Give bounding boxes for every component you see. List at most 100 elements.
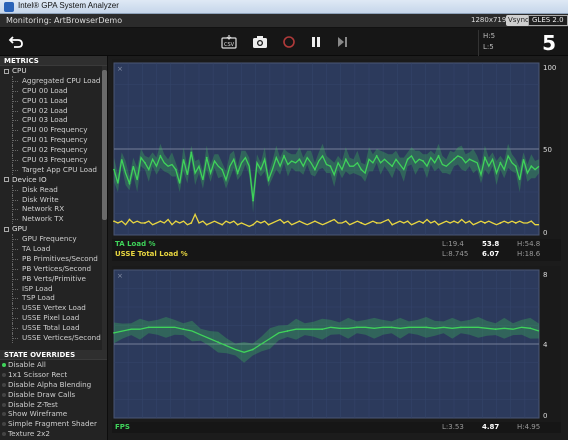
override-item[interactable]: Disable Z-Test xyxy=(0,400,107,410)
override-item[interactable]: Disable Alpha Blending xyxy=(0,380,107,390)
status-dot-icon xyxy=(2,382,6,387)
data-point xyxy=(494,328,497,331)
metric-group-cpu[interactable]: CPU xyxy=(0,66,107,76)
data-point xyxy=(360,222,363,224)
data-point xyxy=(190,222,193,224)
metric-group-device-io[interactable]: Device IO xyxy=(0,175,107,185)
metric-item[interactable]: GPU Frequency xyxy=(0,234,107,245)
metrics-header: METRICS xyxy=(0,56,107,66)
data-point xyxy=(128,182,131,185)
data-point xyxy=(314,168,316,171)
metric-item[interactable]: CPU 01 Load xyxy=(0,95,107,106)
override-label: Disable All xyxy=(8,360,46,369)
override-item[interactable]: Disable Draw Calls xyxy=(0,390,107,400)
metric-item[interactable]: USSE Vertex Load xyxy=(0,303,107,314)
data-point xyxy=(159,154,162,157)
data-point xyxy=(355,326,358,329)
metric-item[interactable]: CPU 02 Load xyxy=(0,105,107,116)
metric-item[interactable]: CPU 03 Frequency xyxy=(0,155,107,165)
fps-readout: H:5 L:5 5 xyxy=(478,30,562,56)
csv-export-icon[interactable]: CSV xyxy=(221,34,237,50)
fps-chart[interactable]: 0 4 8 × xyxy=(112,266,561,422)
override-label: Disable Draw Calls xyxy=(8,389,76,399)
data-point xyxy=(530,165,533,168)
data-point xyxy=(484,156,486,159)
metric-item[interactable]: CPU 03 Load xyxy=(0,115,107,126)
step-icon[interactable] xyxy=(334,34,350,50)
legend-series-name: TA Load % xyxy=(115,240,156,248)
data-point xyxy=(453,220,455,223)
metric-group-gpu[interactable]: GPU xyxy=(0,224,107,234)
metric-item[interactable]: PB Primitives/Second xyxy=(0,253,107,264)
legend-row[interactable]: FPS L:3.53 4.87 H:4.95 xyxy=(112,422,561,432)
collapse-toggle-icon[interactable] xyxy=(4,68,9,74)
data-point xyxy=(422,160,424,162)
override-label: Disable Z-Test xyxy=(8,399,58,409)
status-dot-icon xyxy=(2,372,6,377)
metric-item[interactable]: PB Vertices/Second xyxy=(0,263,107,274)
data-point xyxy=(360,168,363,171)
metric-item[interactable]: Target App CPU Load xyxy=(0,164,107,175)
chart-close-icon: × xyxy=(117,65,123,73)
override-item[interactable]: Texture 2x2 xyxy=(0,429,107,439)
metric-item[interactable]: PB Verts/Primitive xyxy=(0,273,107,284)
status-dot-icon xyxy=(2,422,6,427)
data-point xyxy=(468,158,471,161)
load-chart[interactable]: 0 50 100 × xyxy=(112,59,561,239)
metric-item[interactable]: ISP Load xyxy=(0,283,107,294)
metric-item[interactable]: Aggregated CPU Load xyxy=(0,75,107,86)
metric-item[interactable]: Network RX xyxy=(0,204,107,215)
data-point xyxy=(113,168,115,171)
legend-series-name: USSE Total Load % xyxy=(115,250,188,258)
override-item[interactable]: 1x1 Scissor Rect xyxy=(0,370,107,380)
y-tick-label: 0 xyxy=(543,412,547,420)
override-label: Simple Fragment Shader xyxy=(8,419,97,429)
metric-item[interactable]: CPU 00 Frequency xyxy=(0,125,107,136)
monitoring-label: Monitoring: ArtBrowserDemo xyxy=(6,16,123,25)
metric-item[interactable]: CPU 02 Frequency xyxy=(0,145,107,156)
override-item[interactable]: Disable All xyxy=(0,360,107,370)
collapse-toggle-icon[interactable] xyxy=(4,177,9,183)
back-arrow-icon[interactable] xyxy=(8,34,24,50)
camera-icon[interactable] xyxy=(252,34,268,50)
sidebar: METRICS CPU Aggregated CPU Load CPU 00 Loa… xyxy=(0,56,108,440)
legend-series-name: FPS xyxy=(115,423,130,431)
status-dot-icon xyxy=(2,363,6,367)
legend-high-value: H:4.95 xyxy=(517,423,541,431)
metric-group-label: Device IO xyxy=(12,174,47,184)
collapse-toggle-icon[interactable] xyxy=(4,226,9,232)
y-tick-label: 4 xyxy=(543,341,548,349)
data-point xyxy=(344,220,347,223)
legend-row[interactable]: TA Load % L:19.4 53.8 H:54.8 xyxy=(112,239,561,249)
record-icon[interactable] xyxy=(281,34,297,50)
data-point xyxy=(468,220,471,223)
data-point xyxy=(182,328,185,331)
metric-item[interactable]: TSP Load xyxy=(0,293,107,304)
metric-item[interactable]: USSE Pixel Load xyxy=(0,313,107,324)
metric-item[interactable]: CPU 01 Frequency xyxy=(0,135,107,146)
resolution-label: 1280x719 xyxy=(471,16,507,24)
legend-row[interactable]: USSE Total Load % L:8.745 6.07 H:18.6 xyxy=(112,249,561,259)
override-item[interactable]: Simple Fragment Shader xyxy=(0,419,107,429)
metric-item[interactable]: Disk Write xyxy=(0,194,107,205)
metric-item[interactable]: CPU 00 Load xyxy=(0,85,107,96)
override-item[interactable]: Show Wireframe xyxy=(0,409,107,419)
state-overrides-list: Disable All 1x1 Scissor Rect Disable Alpha… xyxy=(0,360,107,439)
data-point xyxy=(286,330,289,332)
data-point xyxy=(514,222,517,224)
data-point xyxy=(147,326,150,329)
metric-item[interactable]: USSE Total Load xyxy=(0,323,107,334)
override-label: Show Wireframe xyxy=(8,409,68,419)
data-point xyxy=(267,179,270,181)
metric-item[interactable]: USSE Vertices/Second xyxy=(0,333,107,343)
metric-item[interactable]: Network TX xyxy=(0,214,107,225)
data-point xyxy=(128,218,131,221)
data-point xyxy=(113,332,115,334)
metric-item[interactable]: Disk Read xyxy=(0,184,107,195)
fps-low-label: L:5 xyxy=(483,43,494,51)
pause-icon[interactable] xyxy=(308,34,324,50)
status-dot-icon xyxy=(2,402,6,407)
legend-low-value: L:3.53 xyxy=(442,423,464,431)
metric-item[interactable]: TA Load xyxy=(0,244,107,254)
data-point xyxy=(375,222,378,224)
